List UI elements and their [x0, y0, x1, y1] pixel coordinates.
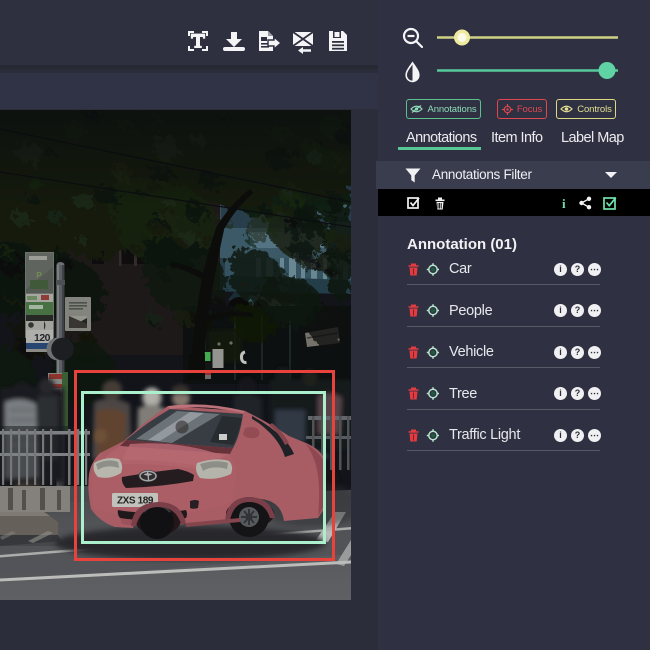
svg-text:i: i: [562, 196, 566, 210]
